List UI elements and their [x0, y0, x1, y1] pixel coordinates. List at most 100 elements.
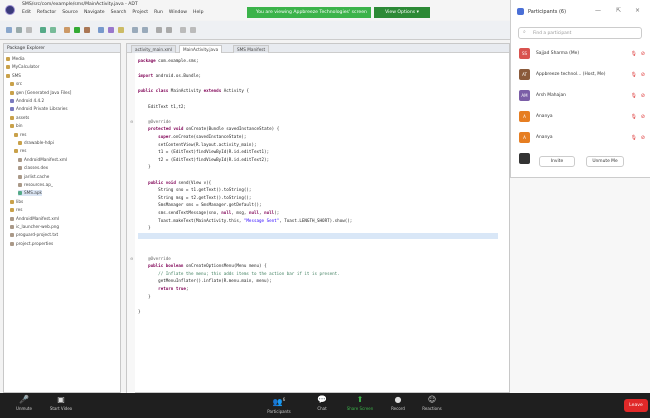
forward-icon[interactable]: [142, 27, 148, 33]
tree-item-label: Media: [12, 56, 25, 61]
tree-item[interactable]: gen [Generated Java Files]: [10, 90, 71, 96]
tree-item[interactable]: classes.dex: [18, 165, 48, 171]
tree-item[interactable]: drawable-hdpi: [18, 140, 54, 146]
tree-item[interactable]: libs: [10, 199, 23, 205]
participant-row[interactable]: [517, 149, 647, 169]
participant-row[interactable]: A Ananya 🎙 ⊘: [517, 107, 647, 127]
menu-item-source[interactable]: Source: [62, 10, 78, 15]
tree-item[interactable]: MyCalculator: [6, 64, 39, 70]
tree-item[interactable]: AndroidManifest.xml: [10, 216, 59, 222]
tree-item-label: res: [20, 131, 27, 137]
tree-item[interactable]: AndroidManifest.xml: [18, 157, 67, 163]
tree-item-label: res: [16, 207, 23, 213]
unmute-button[interactable]: 🎤 Unmute: [12, 395, 36, 411]
tree-item[interactable]: res: [10, 207, 22, 213]
minimize-icon[interactable]: —: [595, 7, 601, 14]
tree-item-label: AndroidManifest.xml: [16, 215, 60, 221]
tab-activity-main[interactable]: activity_main.xml: [131, 45, 177, 53]
code-line: SmsManager sms = SmsManager.getDefault()…: [138, 202, 262, 208]
tree-item[interactable]: SMS: [6, 73, 21, 79]
folder-icon: [10, 90, 14, 95]
menu-item-window[interactable]: Window: [169, 10, 187, 15]
sdk-icon[interactable]: [50, 27, 56, 33]
view-options-button[interactable]: View Options ▾: [374, 7, 430, 18]
participant-row[interactable]: SS Sajjad Sharma (Me) 🎙 ⊘: [517, 44, 647, 64]
run-icon[interactable]: [74, 27, 80, 33]
participant-count: 6: [282, 397, 286, 402]
code-line: EditText t1,t2;: [138, 103, 186, 109]
menu-item-help[interactable]: Help: [193, 10, 203, 15]
open-type-icon[interactable]: [108, 27, 114, 33]
tree-item[interactable]: project.properties: [10, 241, 53, 247]
tree-item[interactable]: resources.ap_: [18, 182, 53, 188]
tab-sms-manifest[interactable]: SMS Manifest: [233, 45, 270, 53]
chat-icon: 💬: [317, 395, 327, 404]
participant-search-input[interactable]: Find a participant: [518, 27, 642, 39]
fold-icon[interactable]: ⊖: [130, 119, 133, 124]
unmute-me-button[interactable]: Unmute Me: [586, 156, 624, 167]
share-screen-button[interactable]: ⬆ Share Screen: [343, 395, 377, 411]
tree-item-label: Android 4.4.2: [16, 98, 45, 103]
participant-row[interactable]: AT Appbreeze technol... (Host, Me) 🎙 ⊘: [517, 65, 647, 85]
tree-item[interactable]: src: [10, 81, 22, 87]
tree-item[interactable]: jarlist.cache: [18, 174, 49, 180]
folder-icon: [18, 166, 22, 171]
folder-icon: [6, 57, 10, 61]
debug-icon[interactable]: [64, 27, 70, 33]
menu-item-navigate[interactable]: Navigate: [84, 10, 105, 15]
popout-icon[interactable]: ⇱: [616, 7, 621, 14]
tree-item[interactable]: Media: [6, 56, 25, 62]
new-class-icon[interactable]: [98, 27, 104, 33]
tree-item[interactable]: proguard-project.txt: [10, 232, 58, 238]
avatar: A: [519, 132, 530, 143]
new-icon[interactable]: [6, 27, 12, 33]
tab-main-activity[interactable]: MainActivity.java: [179, 45, 223, 53]
close-icon[interactable]: ×: [635, 7, 640, 14]
reactions-button[interactable]: ☺ Reactions: [418, 395, 446, 411]
tree-item[interactable]: assets: [10, 115, 29, 121]
record-button[interactable]: ● Record: [388, 395, 408, 411]
start-video-button[interactable]: ▣ Start Video: [46, 395, 76, 411]
package-explorer-title: Package Explorer: [7, 46, 45, 51]
code-line: @Override: [138, 255, 171, 261]
tree-item[interactable]: ic_launcher-web.png: [10, 224, 59, 230]
tree-item-label: assets: [16, 114, 30, 120]
back-icon[interactable]: [132, 27, 138, 33]
leave-button[interactable]: Leave: [624, 399, 648, 412]
participant-row[interactable]: A Ananya 🎙 ⊘: [517, 128, 647, 148]
microphone-icon: 🎤: [19, 395, 29, 404]
tree-item-label: resources.ap_: [24, 182, 53, 187]
tree-item[interactable]: Android 4.4.2: [10, 98, 44, 104]
menu-item-run[interactable]: Run: [154, 10, 163, 15]
participants-icon: [517, 8, 524, 15]
search-icon[interactable]: [118, 27, 124, 33]
avatar: AT: [519, 69, 530, 80]
fold-icon[interactable]: ⊖: [130, 256, 133, 261]
chat-button[interactable]: 💬 Chat: [312, 395, 332, 411]
code-line: String msg = t2.getText().toString();: [138, 194, 252, 200]
menu-item-refactor[interactable]: Refactor: [37, 10, 56, 15]
android-icon[interactable]: [40, 27, 46, 33]
menu-item-project[interactable]: Project: [132, 10, 148, 15]
invite-button[interactable]: Invite: [539, 156, 575, 167]
java-perspective-icon[interactable]: [190, 27, 196, 33]
menu-item-search[interactable]: Search: [111, 10, 127, 15]
participants-button[interactable]: 👥6 Participants: [262, 395, 296, 414]
tree-item[interactable]: res: [14, 132, 26, 138]
menu-item-edit[interactable]: Edit: [22, 10, 31, 15]
participant-row[interactable]: AM Arsh Mahajan 🎙 ⊘: [517, 86, 647, 106]
tree-item[interactable]: res: [14, 148, 26, 154]
tree-item[interactable]: bin: [10, 123, 22, 129]
perspective-icon[interactable]: [180, 27, 186, 33]
tree-item[interactable]: Android Private Libraries: [10, 106, 68, 112]
save-icon[interactable]: [16, 27, 22, 33]
code-line: }: [138, 293, 151, 299]
tree-item[interactable]: SMS.apk: [18, 190, 42, 197]
print-icon[interactable]: [26, 27, 32, 33]
external-tools-icon[interactable]: [84, 27, 90, 33]
annotation-icon[interactable]: [166, 27, 172, 33]
code-line: setContentView(R.layout.activity_main);: [138, 141, 257, 147]
pin-icon[interactable]: [156, 27, 162, 33]
